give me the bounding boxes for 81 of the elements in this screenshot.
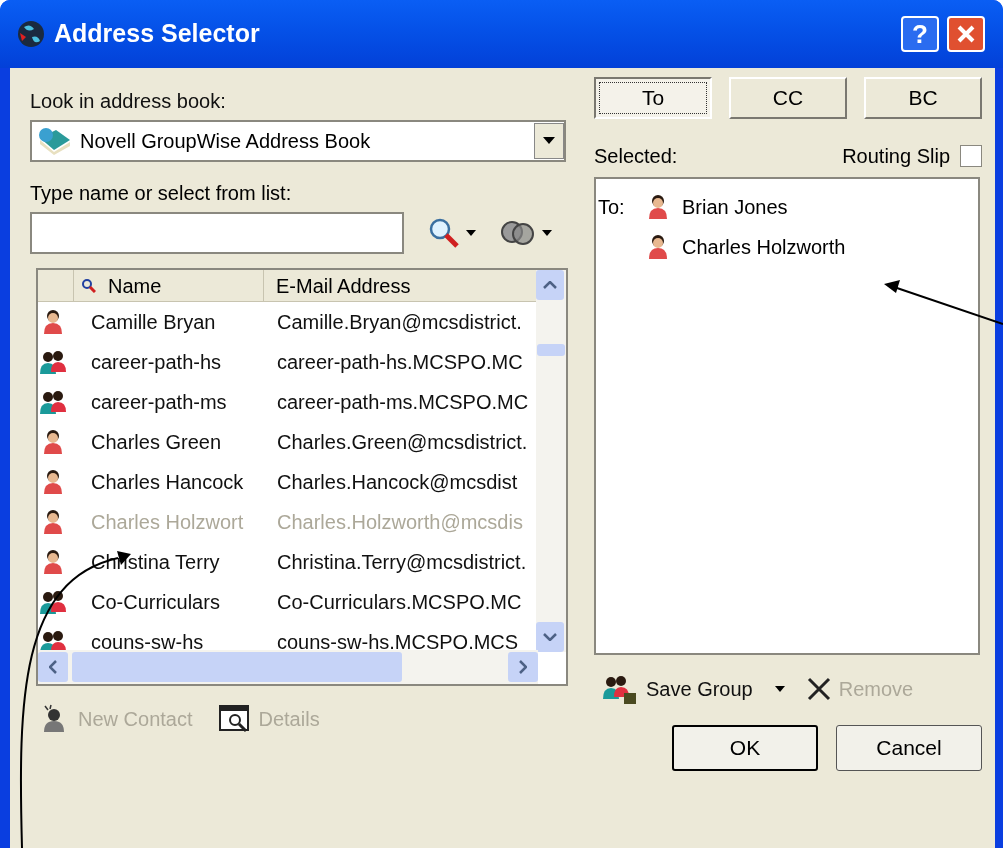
ok-button[interactable]: OK xyxy=(672,725,818,771)
name-cell-text: career-path-ms xyxy=(90,390,228,415)
chevron-right-icon xyxy=(519,660,527,674)
email-cell-text: career-path-hs.MCSPO.MC xyxy=(276,350,523,375)
column-header[interactable]: E-Mail Address xyxy=(264,270,538,301)
globe-icon xyxy=(16,19,46,49)
list-row[interactable]: career-path-ms career-path-ms.MCSPO.MC xyxy=(38,382,538,422)
recipient-type-button[interactable]: To xyxy=(594,77,712,119)
routing-slip-checkbox[interactable] xyxy=(960,145,982,167)
chevron-down-icon xyxy=(543,633,557,641)
group-icon xyxy=(39,588,69,616)
scroll-thumb[interactable] xyxy=(537,344,565,356)
two-circles-icon xyxy=(500,219,536,247)
list-row[interactable]: Camille Bryan Camille.Bryan@mcsdistrict. xyxy=(38,302,538,342)
name-cell-text: Charles Green xyxy=(90,430,223,455)
name-cell-text: Charles Hancock xyxy=(90,470,245,495)
horizontal-scrollbar[interactable] xyxy=(38,650,538,684)
column-header[interactable]: Name xyxy=(74,270,264,301)
close-icon xyxy=(806,677,831,701)
field-label: Selected: xyxy=(594,144,678,169)
help-button[interactable]: ? xyxy=(901,16,939,52)
name-cell-text: Charles Holzwort xyxy=(90,510,245,535)
search-icon xyxy=(428,217,460,249)
selected-recipients-list[interactable]: To: Brian Jones Charles Holzworth xyxy=(594,177,980,655)
list-row[interactable]: career-path-hs career-path-hs.MCSPO.MC xyxy=(38,342,538,382)
group-icon xyxy=(39,388,69,416)
field-label: Look in address book: xyxy=(30,89,227,114)
details-icon xyxy=(218,705,251,733)
group-icon xyxy=(39,628,69,650)
scroll-down-button[interactable] xyxy=(536,622,564,652)
group-icon xyxy=(39,348,69,376)
field-label: Type name or select from list: xyxy=(30,181,293,206)
email-cell-text: Charles.Hancock@mcsdist xyxy=(276,470,518,495)
recipient-type-button[interactable]: BC xyxy=(864,77,982,119)
window-title: Address Selector xyxy=(54,18,261,50)
search-button[interactable] xyxy=(428,217,476,249)
search-field[interactable] xyxy=(30,212,404,254)
chevron-up-icon xyxy=(543,281,557,289)
list-row[interactable]: couns-sw-hs couns-sw-hs.MCSPO.MCS xyxy=(38,622,538,650)
address-list[interactable] xyxy=(36,268,568,686)
column-title: Name xyxy=(108,273,162,299)
name-cell-text: couns-sw-hs xyxy=(90,630,205,650)
scroll-right-button[interactable] xyxy=(508,652,538,682)
recipient-type-button[interactable]: CC xyxy=(729,77,847,119)
close-button[interactable] xyxy=(947,16,985,52)
email-cell-text: Co-Curriculars.MCSPO.MC xyxy=(276,590,522,615)
scroll-thumb[interactable] xyxy=(72,652,402,682)
caret-icon xyxy=(542,230,552,236)
recipient-prefix: To: xyxy=(598,195,626,220)
book-icon xyxy=(36,126,72,156)
checkbox-label: Routing Slip xyxy=(842,144,950,169)
name-cell-text: career-path-hs xyxy=(90,350,223,375)
list-row[interactable]: Charles Green Charles.Green@mcsdistrict. xyxy=(38,422,538,462)
list-row[interactable]: Charles Hancock Charles.Hancock@mcsdist xyxy=(38,462,538,502)
scroll-left-button[interactable] xyxy=(38,652,68,682)
save-group-button[interactable]: Save Group xyxy=(602,673,753,705)
caret-icon xyxy=(774,686,785,692)
close-icon xyxy=(956,24,976,44)
recipient-name[interactable]: Charles Holzworth xyxy=(682,232,846,262)
name-cell-text: Co-Curriculars xyxy=(90,590,221,615)
dropdown-arrow-button[interactable] xyxy=(534,123,564,159)
email-cell-text: couns-sw-hs.MCSPO.MCS xyxy=(276,630,519,650)
dropdown-value: Novell GroupWise Address Book xyxy=(80,129,372,154)
email-cell-text: Charles.Green@mcsdistrict. xyxy=(276,430,528,455)
filter-button[interactable] xyxy=(500,219,552,247)
recipient-name[interactable]: Brian Jones xyxy=(682,192,788,222)
chevron-left-icon xyxy=(49,660,57,674)
cancel-button[interactable]: Cancel xyxy=(836,725,982,771)
vertical-scrollbar[interactable] xyxy=(536,270,566,652)
group-save-icon xyxy=(602,673,638,705)
caret-icon xyxy=(543,137,555,145)
email-cell-text: Charles.Holzworth@mcsdis xyxy=(276,510,523,535)
search-icon xyxy=(82,278,96,293)
list-row[interactable]: Co-Curriculars Co-Curriculars.MCSPO.MC xyxy=(38,582,538,622)
address-book-dropdown[interactable]: Novell GroupWise Address Book xyxy=(30,120,566,162)
scroll-up-button[interactable] xyxy=(536,270,564,300)
email-cell-text: Camille.Bryan@mcsdistrict. xyxy=(276,310,522,335)
email-cell-text: Christina.Terry@mcsdistrict. xyxy=(276,550,527,575)
caret-icon xyxy=(466,230,476,236)
name-cell-text: Camille Bryan xyxy=(90,310,217,335)
email-cell-text: career-path-ms.MCSPO.MC xyxy=(276,390,529,415)
